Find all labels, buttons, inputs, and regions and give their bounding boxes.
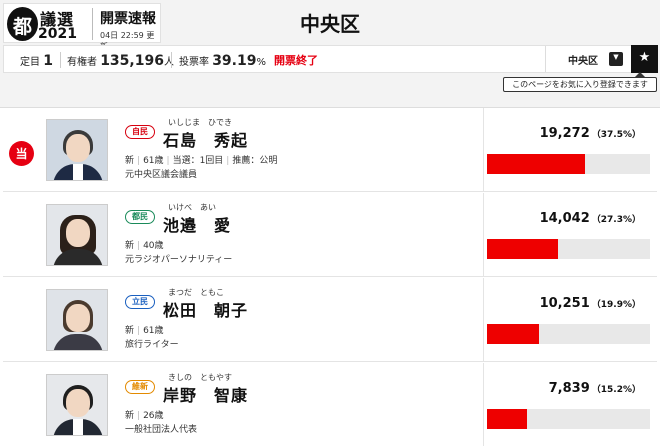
- logo-year: 2021: [38, 26, 77, 42]
- page-header: 都 議選 2021 開票速報 04日 22:59 更新 中央区 定目 1 有権者…: [0, 0, 660, 108]
- turnout-info: 投票率 39.19%: [179, 53, 266, 69]
- age: 61歳: [143, 326, 164, 336]
- vote-percent: （37.5%）: [591, 130, 641, 140]
- district-selector[interactable]: 中央区 ▼: [545, 46, 631, 72]
- elected-label: 当: [15, 147, 28, 161]
- vote-bar: [487, 324, 539, 344]
- term-count: 当選：1回目: [172, 156, 224, 166]
- seats-info: 定目 1: [20, 53, 53, 69]
- favorite-button[interactable]: ★: [631, 45, 658, 73]
- vote-bar-track: [487, 324, 650, 344]
- age: 40歳: [143, 241, 164, 251]
- age: 26歳: [143, 411, 164, 421]
- vote-percent: （15.2%）: [591, 385, 641, 395]
- vote-total: 19,272: [539, 126, 590, 141]
- party-badge: 自民: [125, 125, 155, 139]
- vote-column: 19,272 （37.5%）: [483, 108, 657, 192]
- favorite-tooltip: このページをお気に入り登録できます: [503, 72, 657, 92]
- logo-badge: 都: [7, 7, 38, 41]
- candidate-details: 新 | 61歳: [125, 326, 164, 336]
- candidate-name: 石島 秀起: [163, 131, 249, 150]
- candidate-row[interactable]: 立民 まつだ ともこ 松田 朝子 新 | 61歳 旅行ライター 10,251 （19.…: [3, 278, 657, 362]
- vote-count: 10,251 （19.9%）: [540, 296, 641, 311]
- vote-total: 10,251: [539, 296, 590, 311]
- candidate-row[interactable]: 当 自民 いしじま ひでき 石島 秀起 新 | 61歳 | 当選：1回目 | 推薦：公明 元…: [3, 108, 657, 192]
- logo-divider: [92, 8, 93, 40]
- candidate-description: 元中央区議会議員: [125, 170, 198, 180]
- logo-badge-text: 都: [12, 16, 32, 38]
- candidate-photo: [46, 289, 108, 351]
- candidate-name: 池邉 愛: [163, 216, 232, 235]
- dropdown-button[interactable]: ▼: [609, 52, 623, 66]
- vote-bar: [487, 154, 585, 174]
- report-title: 開票速報: [100, 11, 156, 27]
- vote-total: 14,042: [539, 211, 590, 226]
- status-new: 新: [125, 411, 135, 421]
- candidate-photo: [46, 374, 108, 436]
- status-new: 新: [125, 326, 135, 336]
- candidate-row[interactable]: 維新 きしの ともやす 岸野 智康 新 | 26歳 一般社団法人代表 7,839 （1…: [3, 363, 657, 446]
- turnout-unit: %: [256, 57, 266, 68]
- candidate-photo: [46, 119, 108, 181]
- status-new: 新: [125, 156, 135, 166]
- count-status: 開票終了: [274, 54, 318, 67]
- vote-count: 19,272 （37.5%）: [540, 126, 641, 141]
- seats-value: 1: [43, 53, 53, 69]
- status-new: 新: [125, 241, 135, 251]
- candidate-photo: [46, 204, 108, 266]
- vote-bar-track: [487, 239, 650, 259]
- divider: [171, 52, 172, 68]
- vote-bar-track: [487, 409, 650, 429]
- candidate-description: 元ラジオパーソナリティー: [125, 255, 233, 265]
- candidate-name: 岸野 智康: [163, 386, 249, 405]
- elected-badge: 当: [9, 141, 34, 166]
- age: 61歳: [143, 156, 164, 166]
- candidate-details: 新 | 61歳 | 当選：1回目 | 推薦：公明: [125, 156, 278, 166]
- candidate-name: 松田 朝子: [163, 301, 249, 320]
- candidate-details: 新 | 40歳: [125, 241, 164, 251]
- vote-percent: （19.9%）: [591, 300, 641, 310]
- candidate-description: 旅行ライター: [125, 340, 179, 350]
- vote-total: 7,839: [548, 381, 590, 396]
- vote-bar: [487, 409, 527, 429]
- voters-value: 135,196: [100, 53, 164, 69]
- divider: [60, 52, 61, 68]
- election-logo[interactable]: 都 議選 2021 開票速報 04日 22:59 更新: [3, 3, 161, 51]
- party-badge: 維新: [125, 380, 155, 394]
- voters-label: 有権者: [67, 57, 97, 68]
- party-badge: 立民: [125, 295, 155, 309]
- seats-label: 定目: [20, 57, 40, 68]
- turnout-label: 投票率: [179, 57, 209, 68]
- turnout-value: 39.19: [212, 53, 257, 69]
- vote-column: 7,839 （15.2%）: [483, 363, 657, 446]
- vote-column: 10,251 （19.9%）: [483, 278, 657, 362]
- vote-bar-track: [487, 154, 650, 174]
- endorsement: 推薦：公明: [232, 156, 278, 166]
- party-badge: 都民: [125, 210, 155, 224]
- chevron-down-icon: ▼: [613, 53, 619, 61]
- summary-bar: 定目 1 有権者 135,196人 投票率 39.19% 開票終了 中央区 ▼ …: [3, 45, 658, 73]
- vote-count: 14,042 （27.3%）: [540, 211, 641, 226]
- vote-bar: [487, 239, 559, 259]
- results-list: 当 自民 いしじま ひでき 石島 秀起 新 | 61歳 | 当選：1回目 | 推薦：公明 元…: [3, 108, 657, 446]
- star-icon: ★: [638, 50, 651, 65]
- candidate-row[interactable]: 都民 いけべ あい 池邉 愛 新 | 40歳 元ラジオパーソナリティー 14,042…: [3, 193, 657, 277]
- district-select-label: 中央区: [568, 56, 598, 67]
- voters-info: 有権者 135,196人: [67, 53, 174, 69]
- voters-unit: 人: [163, 57, 174, 68]
- vote-count: 7,839 （15.2%）: [549, 381, 641, 396]
- candidate-description: 一般社団法人代表: [125, 425, 198, 435]
- district-title: 中央区: [300, 12, 360, 36]
- vote-column: 14,042 （27.3%）: [483, 193, 657, 277]
- vote-percent: （27.3%）: [591, 215, 641, 225]
- candidate-details: 新 | 26歳: [125, 411, 164, 421]
